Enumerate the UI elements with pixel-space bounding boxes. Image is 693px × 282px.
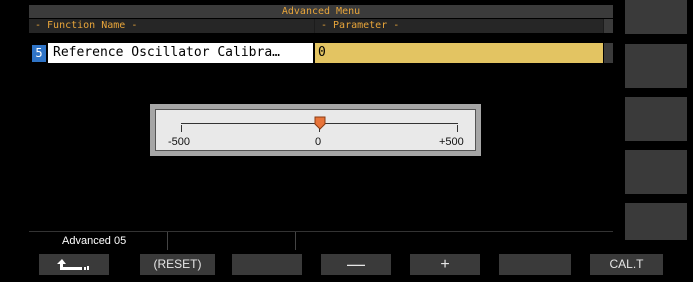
- softkey-6[interactable]: [499, 254, 571, 275]
- reset-button[interactable]: (RESET): [140, 254, 215, 275]
- tick-max: [457, 125, 458, 132]
- status-cell-2: [168, 232, 296, 250]
- page-indicator: Advanced 05: [29, 232, 168, 250]
- menu-title: Advanced Menu: [29, 5, 613, 18]
- screen: Advanced Menu - Function Name - - Parame…: [0, 0, 693, 282]
- side-key-3[interactable]: [625, 97, 687, 141]
- back-arrow-icon: [57, 258, 89, 270]
- minus-button[interactable]: —: [321, 254, 391, 275]
- back-button[interactable]: [39, 254, 109, 275]
- slider-mid-label: 0: [315, 136, 322, 148]
- table-header: - Function Name - - Parameter -: [29, 19, 613, 33]
- side-key-4[interactable]: [625, 150, 687, 194]
- side-key-5[interactable]: [625, 203, 687, 240]
- table-row[interactable]: 5 Reference Oscillator Calibra… 0: [29, 43, 603, 63]
- row-number: 5: [32, 45, 46, 62]
- calibration-slider-box: -500 0 +500: [150, 104, 481, 156]
- slider-thumb[interactable]: [314, 116, 326, 130]
- status-bar: Advanced 05: [29, 231, 613, 250]
- scrollbar[interactable]: [604, 43, 613, 63]
- column-header-function-name: - Function Name -: [29, 19, 314, 33]
- tick-min: [181, 125, 182, 132]
- scrollbar-header: [604, 19, 613, 33]
- function-name-cell[interactable]: Reference Oscillator Calibra…: [48, 43, 313, 63]
- cal-t-button[interactable]: CAL.T: [590, 254, 663, 275]
- softkey-3[interactable]: [232, 254, 302, 275]
- side-key-1[interactable]: [625, 0, 687, 34]
- side-key-2[interactable]: [625, 44, 687, 88]
- slider-min-label: -500: [168, 136, 191, 148]
- parameter-cell[interactable]: 0: [315, 43, 603, 63]
- status-cell-3: [296, 232, 613, 250]
- plus-button[interactable]: +: [410, 254, 480, 275]
- slider-max-label: +500: [439, 136, 464, 148]
- slider-panel: -500 0 +500: [155, 109, 476, 151]
- column-header-parameter: - Parameter -: [315, 19, 603, 33]
